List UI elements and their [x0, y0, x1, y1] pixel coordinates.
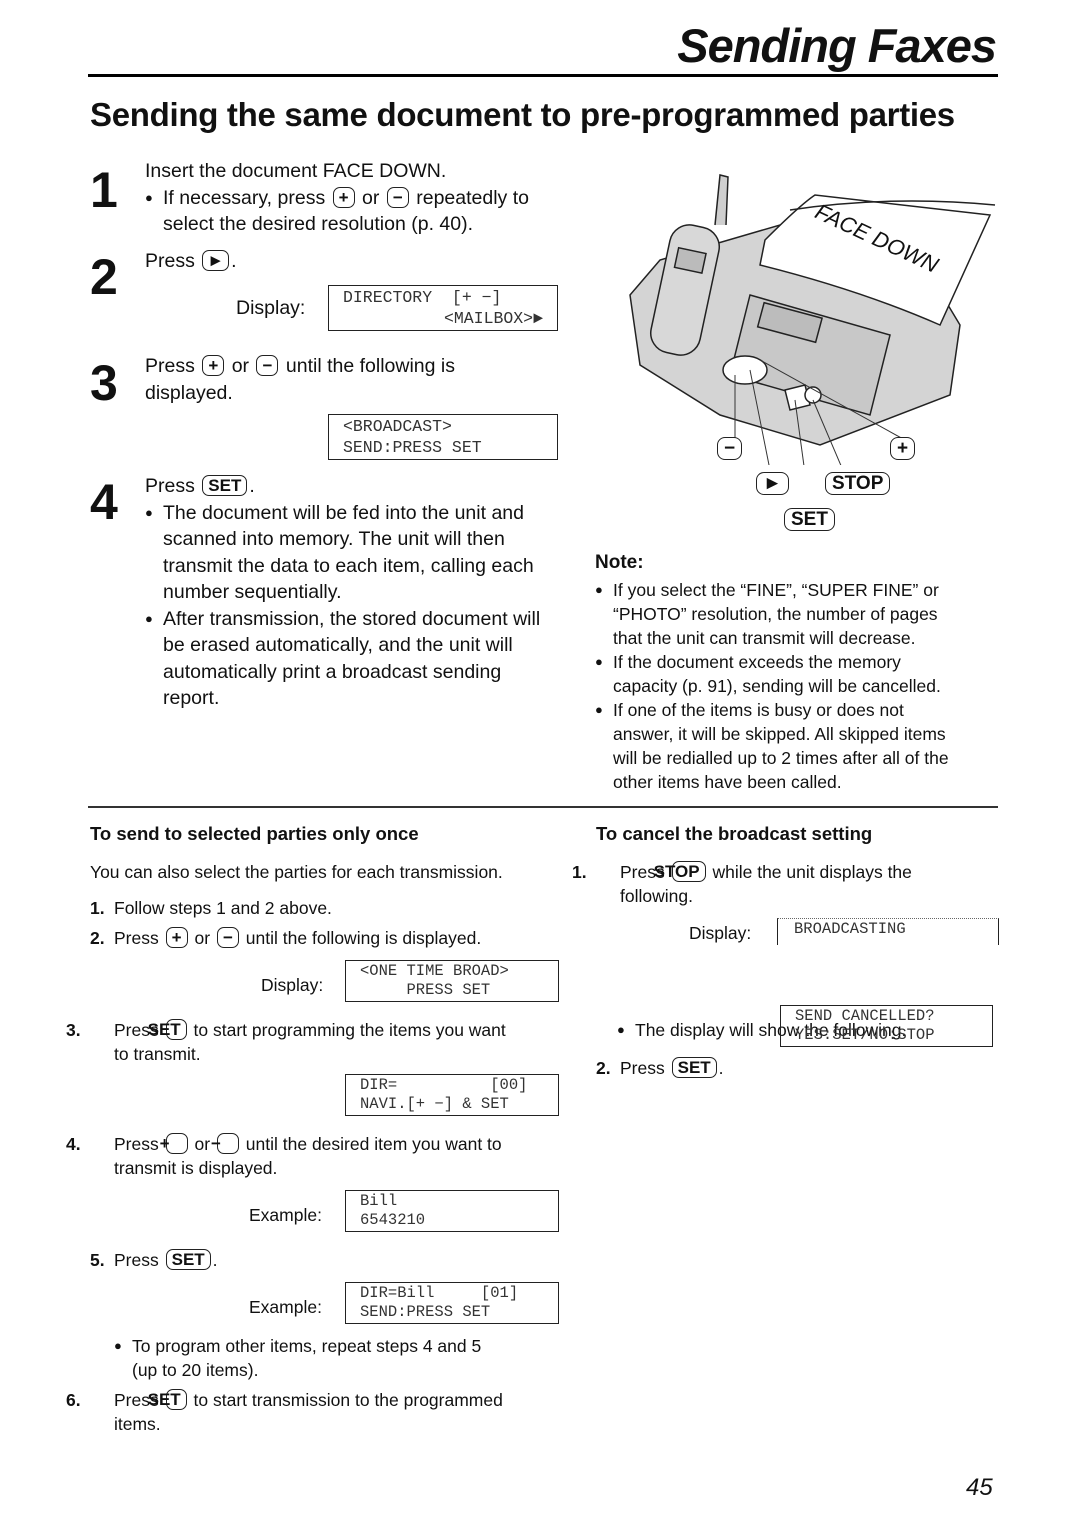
plus-key: + — [165, 927, 188, 948]
step-1: Insert the document FACE DOWN. If necess… — [145, 158, 585, 238]
once-step-3: 3. Press SET to start programming the ite… — [66, 1019, 506, 1064]
once-title: To send to selected parties only once — [90, 823, 419, 844]
once-step-4: 4. Press + or − until the desired item yo… — [66, 1133, 502, 1178]
plus-key: + — [160, 1133, 188, 1154]
set-key: SET — [671, 1057, 717, 1078]
stop-button-callout: STOP — [825, 472, 891, 495]
stop-key: STOP — [654, 861, 706, 882]
step-2-number: 2 — [90, 249, 118, 305]
step-2-display-label: Display: — [236, 297, 306, 319]
play-key: ► — [202, 250, 230, 271]
step-1-number: 1 — [90, 162, 118, 218]
fax-machine-illustration: FACE DOWN — [629, 174, 996, 465]
minus-key: − — [386, 186, 409, 208]
once-step-5: 5. Press SET. — [90, 1249, 218, 1270]
once-display-label: Display: — [261, 975, 324, 995]
cancel-step-1: 1. Press STOP while the unit displays the… — [572, 861, 912, 906]
minus-key: − — [256, 355, 279, 376]
cancel-title: To cancel the broadcast setting — [596, 823, 873, 844]
header-rule — [88, 74, 998, 77]
note-item: If one of the items is busy or does not … — [595, 698, 995, 794]
page-number: 45 — [966, 1474, 993, 1501]
lcd-bill: Bill 6543210 — [345, 1190, 559, 1232]
minus-key: − — [211, 1133, 239, 1154]
set-key: SET — [202, 475, 248, 496]
lcd-directory: DIRECTORY [+ −] <MAILBOX>► — [328, 285, 558, 331]
note-list: If you select the “FINE”, “SUPER FINE” o… — [595, 578, 995, 794]
cancel-display-label: Display: — [689, 923, 752, 943]
step-4-number: 4 — [90, 474, 118, 530]
note-title: Note: — [595, 552, 644, 573]
step-1-bullet: If necessary, press + or − repeatedly to… — [145, 185, 585, 238]
minus-key: − — [216, 927, 239, 948]
note-item: If the document exceeds the memory capac… — [595, 650, 995, 698]
once-step-1: 1. Follow steps 1 and 2 above. — [90, 898, 332, 918]
step-2-text: Press ►. — [145, 250, 237, 272]
chapter-title: Sending Faxes — [677, 19, 997, 72]
note-item: If you select the “FINE”, “SUPER FINE” o… — [595, 578, 995, 650]
once-step-6: 6. Press SET to start transmission to the… — [66, 1389, 503, 1434]
lcd-one-time-broad: <ONE TIME BROAD> PRESS SET — [345, 960, 559, 1002]
step-1-text: Insert the document FACE DOWN. — [145, 160, 447, 182]
step-4-bullet: The document will be fed into the unit a… — [145, 500, 585, 606]
set-key: SET — [148, 1019, 187, 1040]
step-3-text: Press + or − until the following is disp… — [145, 355, 455, 404]
section-title: Sending the same document to pre-program… — [90, 96, 955, 133]
minus-button-callout: − — [717, 437, 743, 460]
lcd-send-cancelled: SEND CANCELLED? YES:SET/NO:STOP — [780, 1005, 993, 1047]
set-key: SET — [148, 1389, 187, 1410]
lcd-dir-bill: DIR=Bill [01] SEND:PRESS SET — [345, 1282, 559, 1324]
step-4-bullet: After transmission, the stored document … — [145, 606, 585, 712]
plus-key: + — [332, 186, 355, 208]
example-label: Example: — [249, 1297, 322, 1317]
step-3-number: 3 — [90, 355, 118, 411]
once-step-2: 2. Press + or − until the following is di… — [90, 927, 482, 948]
set-key: SET — [165, 1249, 211, 1270]
play-button-callout: ► — [756, 472, 789, 495]
set-button-callout: SET — [784, 508, 835, 531]
once-bullet: To program other items, repeat steps 4 a… — [114, 1334, 1080, 1382]
cancel-step-2: 2. Press SET. — [596, 1057, 724, 1078]
once-intro: You can also select the parties for each… — [90, 862, 503, 882]
lcd-broadcast: <BROADCAST> SEND:PRESS SET — [328, 414, 558, 460]
plus-button-callout: + — [890, 437, 916, 460]
plus-key: + — [202, 355, 225, 376]
lcd-dir-navi: DIR= [00] NAVI.[+ −] & SET — [345, 1074, 559, 1116]
example-label: Example: — [249, 1205, 322, 1225]
section-divider — [88, 806, 998, 808]
lcd-broadcasting: BROADCASTING — [777, 918, 999, 945]
step-4: Press SET. The document will be fed into… — [145, 473, 585, 712]
